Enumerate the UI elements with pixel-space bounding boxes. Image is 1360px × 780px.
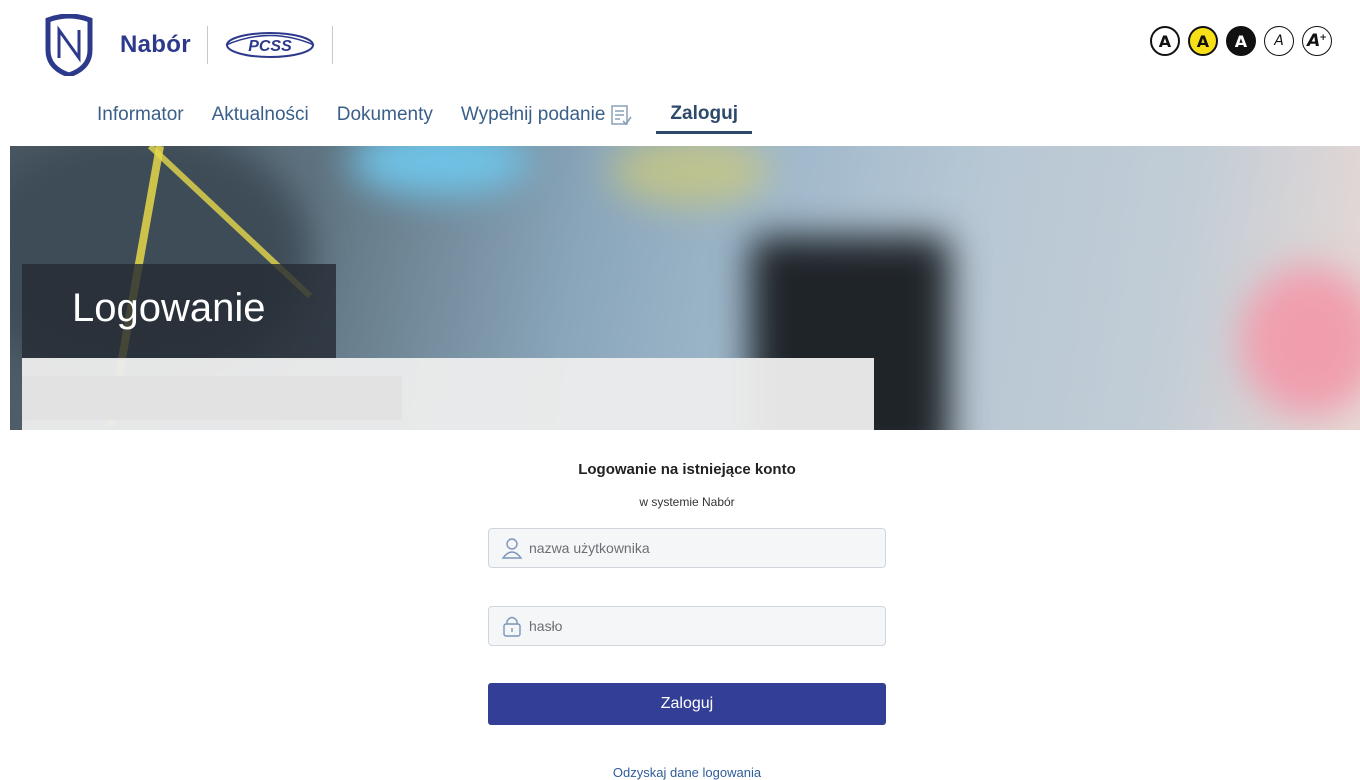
divider [331,26,333,64]
nav-item-aktualnosci[interactable]: Aktualności [212,104,309,134]
banner-panel-inner [22,376,402,420]
brand-name: Nabór [120,31,191,58]
password-input[interactable] [527,617,871,635]
login-form: Logowanie na istniejące konto w systemie… [488,455,886,780]
username-input[interactable] [527,539,871,557]
contrast-yellow-button[interactable]: A [1188,26,1218,56]
pcss-logo-icon: PCSS [225,32,315,58]
password-field[interactable] [488,606,886,646]
banner-title-box: Logowanie [22,264,336,360]
nav-item-label: Wypełnij podanie [460,104,606,125]
divider [206,26,208,64]
username-field[interactable] [488,528,886,568]
page-title: Logowanie [72,286,266,330]
shield-logo-icon [45,14,93,76]
contrast-normal-button[interactable]: A [1150,26,1180,56]
nav-item-wypelnij-podanie[interactable]: Wypełnij podanie [461,104,633,134]
nav-item-informator[interactable]: Informator [97,104,184,134]
banner-panel [22,358,874,430]
accessibility-controls: A A A A A + [1150,26,1332,56]
form-icon [611,105,633,126]
login-button[interactable]: Zaloguj [488,683,886,725]
header-logo[interactable]: Nabór PCSS [44,12,349,78]
banner-blur-decoration [350,146,530,196]
hero-banner: Logowanie [10,146,1360,430]
banner-blur-decoration [1240,266,1360,416]
nav-item-zaloguj[interactable]: Zaloguj [656,103,752,134]
user-icon [501,538,523,559]
font-larger-suffix: + [1319,33,1327,43]
font-larger-button[interactable]: A + [1302,26,1332,56]
main-nav: Informator Aktualności Dokumenty Wypełni… [97,100,780,134]
nav-item-dokumenty[interactable]: Dokumenty [337,104,433,134]
banner-blur-decoration [610,146,770,206]
font-normal-button[interactable]: A [1264,26,1294,56]
pcss-logo-text: PCSS [248,38,292,55]
recover-credentials-link[interactable]: Odzyskaj dane logowania [488,765,886,780]
lock-icon [503,616,521,637]
contrast-dark-button[interactable]: A [1226,26,1256,56]
form-title: Logowanie na istniejące konto [578,461,796,478]
form-subtitle: w systemie Nabór [639,495,735,509]
